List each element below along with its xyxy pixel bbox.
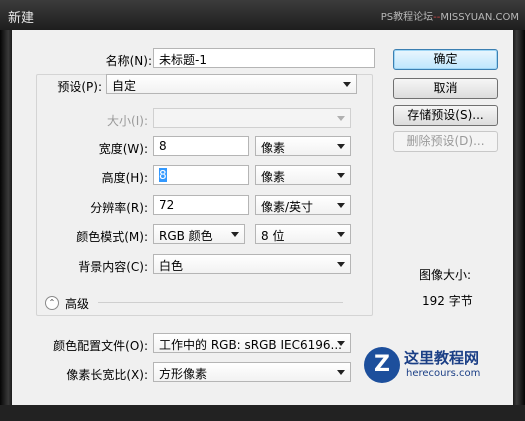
chevron-down-icon — [337, 116, 345, 121]
title-bar[interactable]: 新建 PS教程论坛--MISSYUAN.COM — [0, 0, 525, 30]
ok-button[interactable]: 确定 — [393, 49, 498, 70]
name-input[interactable]: 未标题-1 — [153, 48, 375, 68]
width-input[interactable]: 8 — [153, 136, 249, 156]
preset-dropdown[interactable]: 自定 — [106, 74, 357, 94]
dialog-title: 新建 — [8, 11, 35, 26]
save-preset-button[interactable]: 存储预设(S)... — [393, 105, 498, 126]
chevron-down-icon — [343, 82, 351, 87]
profile-dropdown[interactable]: 工作中的 RGB: sRGB IEC6196... — [153, 333, 351, 353]
width-unit: 像素 — [261, 141, 286, 155]
bitdepth-value: 8 位 — [261, 229, 285, 243]
height-input[interactable]: 8 — [153, 165, 249, 185]
watermark-right: MISSYUAN.COM — [440, 12, 519, 23]
background-label: 背景内容(C): — [78, 260, 148, 274]
new-document-dialog: 新建 PS教程论坛--MISSYUAN.COM 名称(N): 未标题-1 预设(… — [0, 0, 525, 421]
delete-preset-button: 删除预设(D)... — [393, 131, 498, 152]
height-unit: 像素 — [261, 170, 286, 184]
pixelaspect-value: 方形像素 — [159, 367, 208, 381]
logo-mark: Z — [364, 347, 400, 383]
advanced-label: 高级 — [65, 297, 90, 311]
image-size-label: 图像大小: — [419, 268, 472, 282]
chevron-down-icon — [337, 370, 345, 375]
pixelaspect-label: 像素长宽比(X): — [66, 368, 148, 382]
height-value: 8 — [159, 168, 167, 182]
colormode-dropdown[interactable]: RGB 颜色 — [153, 224, 245, 244]
preset-value: 自定 — [112, 79, 137, 93]
preset-label: 预设(P): — [57, 80, 102, 94]
chevron-down-icon — [337, 262, 345, 267]
chevron-down-icon — [337, 144, 345, 149]
chevron-down-icon — [337, 232, 345, 237]
colormode-value: RGB 颜色 — [159, 229, 213, 243]
background-value: 白色 — [159, 259, 184, 273]
resolution-input[interactable]: 72 — [153, 195, 249, 215]
resolution-label: 分辨率(R): — [90, 201, 148, 215]
chevron-down-icon — [231, 232, 239, 237]
site-logo: Z 这里教程网 herecours.com — [364, 347, 499, 385]
cancel-button[interactable]: 取消 — [393, 78, 498, 99]
pixelaspect-dropdown[interactable]: 方形像素 — [153, 362, 351, 382]
frame-bottom — [0, 405, 525, 421]
height-label: 高度(H): — [101, 171, 148, 185]
name-label: 名称(N): — [105, 54, 152, 68]
advanced-toggle-icon[interactable]: ⌃ — [45, 296, 59, 310]
logo-title: 这里教程网 — [404, 349, 480, 367]
resolution-unit-dropdown[interactable]: 像素/英寸 — [255, 195, 351, 215]
watermark-left: PS教程论坛 — [380, 12, 434, 23]
chevron-down-icon — [337, 173, 345, 178]
image-size-value: 192 字节 — [422, 294, 473, 308]
frame-left — [0, 30, 12, 421]
size-label: 大小(I): — [107, 114, 148, 128]
profile-label: 颜色配置文件(O): — [53, 339, 148, 353]
colormode-label: 颜色模式(M): — [76, 230, 148, 244]
height-unit-dropdown[interactable]: 像素 — [255, 165, 351, 185]
chevron-down-icon — [337, 203, 345, 208]
advanced-divider — [98, 302, 343, 303]
chevron-down-icon — [337, 341, 345, 346]
profile-value: 工作中的 RGB: sRGB IEC6196... — [159, 338, 342, 352]
width-label: 宽度(W): — [98, 142, 148, 156]
width-unit-dropdown[interactable]: 像素 — [255, 136, 351, 156]
resolution-unit: 像素/英寸 — [261, 200, 314, 214]
size-dropdown — [153, 108, 351, 128]
frame-right — [513, 30, 525, 421]
background-dropdown[interactable]: 白色 — [153, 254, 351, 274]
logo-url: herecours.com — [406, 368, 481, 379]
watermark-text: PS教程论坛--MISSYUAN.COM — [381, 8, 519, 23]
bitdepth-dropdown[interactable]: 8 位 — [255, 224, 351, 244]
